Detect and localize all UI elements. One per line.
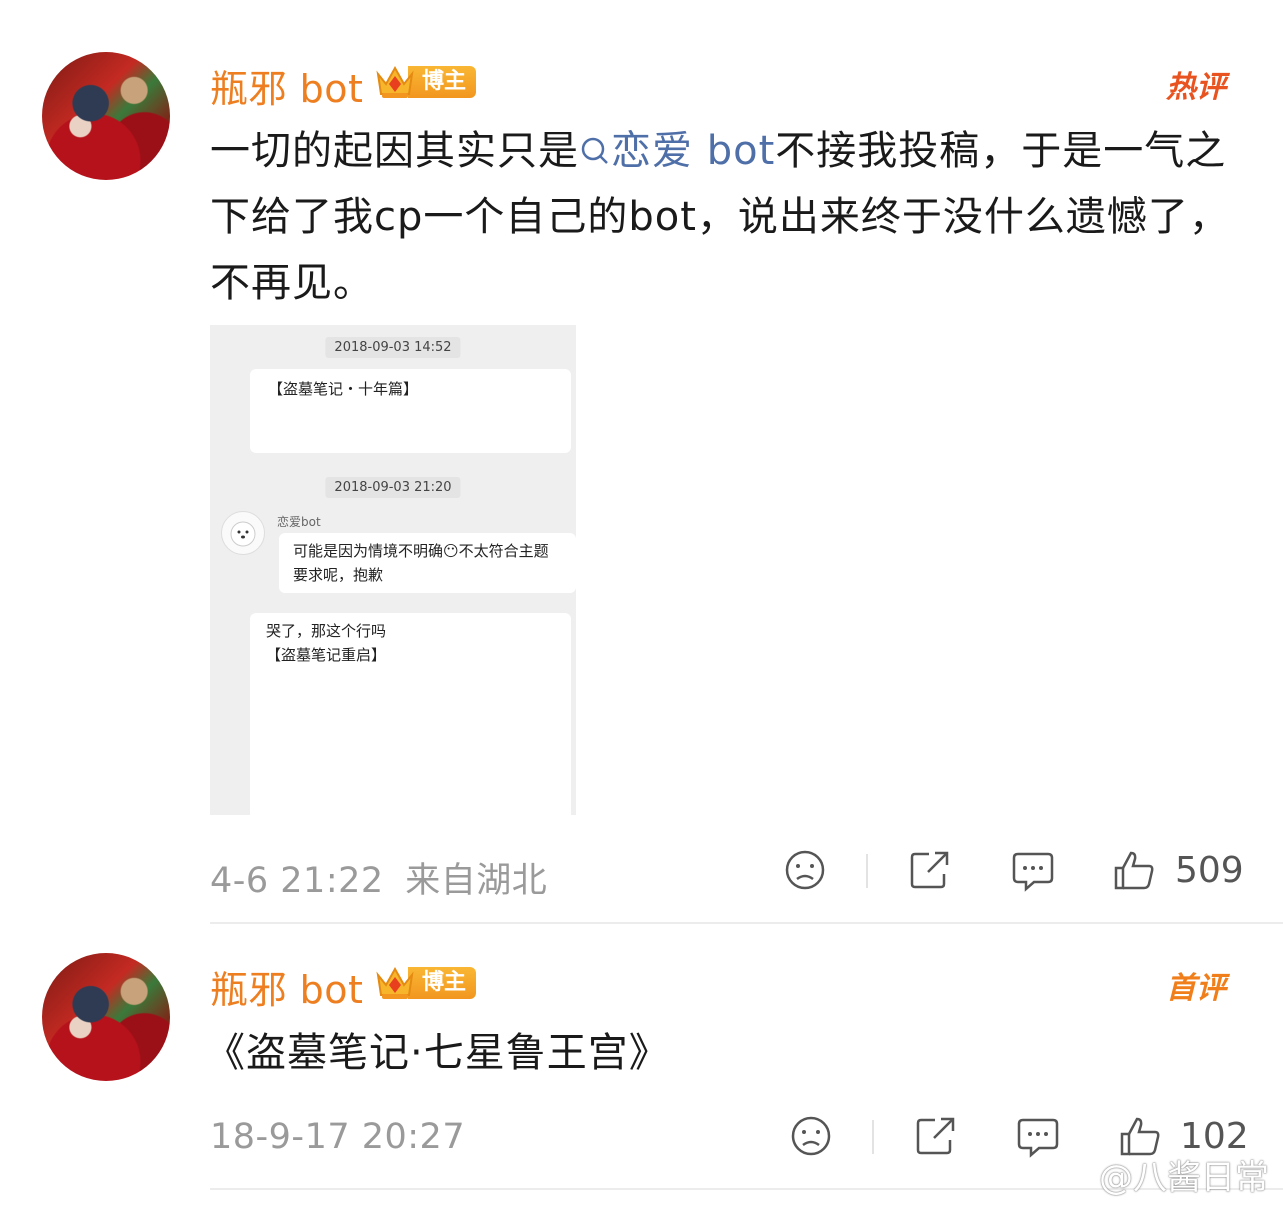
comment-icon[interactable] (1015, 1114, 1061, 1162)
username[interactable]: 瓶邪 bot (210, 959, 363, 1014)
chat-reply-bubble: 可能是因为情境不明确😶不太符合主题要求呢，抱歉 (279, 533, 576, 593)
like-icon[interactable] (1112, 848, 1156, 896)
share-icon[interactable] (913, 1114, 959, 1162)
chat-timestamp: 2018-09-03 21:20 (325, 477, 461, 498)
chat-message-line: 【盗墓笔记重启】 (266, 646, 387, 664)
action-separator (866, 854, 868, 888)
comment-actions: 102 (0, 1114, 1283, 1164)
chat-message-bubble: 哭了，那这个行吗 【盗墓笔记重启】 (250, 613, 571, 815)
comment-actions: 509 (0, 848, 1283, 898)
chat-reply-text: 可能是因为情境不明确😶不太符合主题要求呢，抱歉 (293, 542, 549, 584)
topic-link[interactable]: 恋爱 bot (579, 128, 775, 174)
badge-label: 博主 (408, 967, 477, 999)
author-badge: 博主 (374, 963, 477, 1003)
chat-timestamp: 2018-09-03 14:52 (325, 337, 461, 358)
crown-icon (374, 62, 416, 102)
watermark: @八酱日常 (1099, 1158, 1269, 1198)
crown-icon (374, 963, 416, 1003)
comment-text: 一切的起因其实只是 恋爱 bot不接我投稿，于是一气之下给了我cp一个自己的bot… (210, 118, 1250, 316)
search-icon (581, 137, 608, 164)
divider (210, 922, 1283, 924)
topic-link-label: 恋爱 bot (611, 128, 776, 174)
chat-message-line: 哭了，那这个行吗 (266, 622, 387, 640)
chat-sender-name: 恋爱bot (277, 515, 321, 529)
action-separator (872, 1120, 874, 1154)
dislike-icon[interactable] (783, 848, 827, 896)
attached-image[interactable]: 2018-09-03 14:52 【盗墓笔记・十年篇】 2018-09-03 2… (210, 325, 576, 815)
bot-avatar (221, 511, 265, 555)
chat-bubble-text: 【盗墓笔记・十年篇】 (268, 380, 419, 398)
badge-label: 博主 (408, 66, 477, 98)
share-icon[interactable] (907, 848, 953, 896)
dislike-icon[interactable] (789, 1114, 833, 1162)
first-comment-tag: 首评 (1166, 971, 1226, 1006)
user-avatar[interactable] (42, 953, 170, 1081)
hot-comment-tag: 热评 (1166, 70, 1226, 105)
username[interactable]: 瓶邪 bot (210, 58, 363, 113)
user-avatar[interactable] (42, 52, 170, 180)
comment-icon[interactable] (1010, 848, 1056, 896)
chat-bubble: 【盗墓笔记・十年篇】 (250, 369, 571, 453)
author-badge: 博主 (374, 62, 477, 102)
comment-text: 《盗墓笔记·七星鲁王宫》 (205, 1030, 670, 1076)
like-count: 509 (1175, 850, 1244, 891)
comment-text-start: 一切的起因其实只是 (210, 128, 579, 174)
